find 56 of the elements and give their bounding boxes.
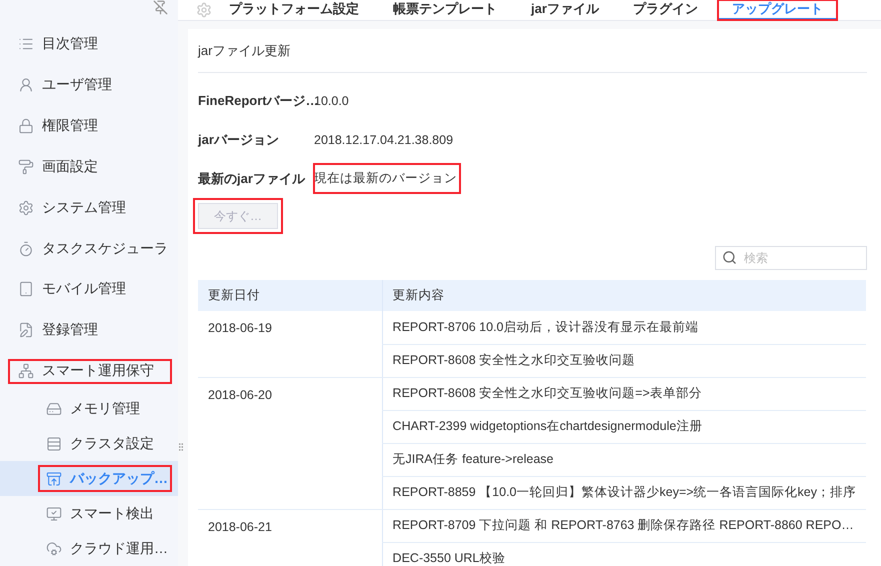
sidebar-item[interactable]: 権限管理	[0, 106, 178, 147]
panel-title: jarファイル更新	[198, 29, 867, 73]
sidebar-item[interactable]: ユーザ管理	[0, 64, 178, 106]
sidebar-item[interactable]: クラスタ設定	[0, 426, 178, 462]
table-cell: 2018-06-19	[198, 311, 382, 377]
field-label: jarバージョン	[198, 130, 280, 148]
sidebar-label: バックアップ…	[70, 470, 168, 488]
sidebar-item[interactable]: 画面設定	[0, 146, 178, 188]
sidebar-label: 登録管理	[42, 321, 98, 340]
sidebar-label: クラスタ設定	[70, 434, 154, 453]
search-field[interactable]: 検索	[715, 246, 867, 270]
sidebar-item[interactable]: スマート運用保守	[0, 350, 178, 392]
sidebar-label: ユーザ管理	[42, 76, 112, 94]
sidebar-label: クラウド運用…	[70, 540, 168, 558]
tab[interactable]: jarファイル	[517, 0, 613, 20]
sidebar-item[interactable]: タスクスケジューラ	[0, 228, 178, 270]
field-value: 10.0.0	[314, 92, 350, 110]
sidebar-item[interactable]: システム管理	[0, 187, 178, 228]
table-cell: REPORT-8709 下拉问题 和 REPORT-8763 删除保存路径 REPORT-8860 REPO…	[382, 509, 866, 542]
search-icon	[722, 250, 737, 265]
pin-icon[interactable]	[153, 0, 168, 15]
column-header: 更新内容	[382, 280, 866, 311]
field-value: 現在は最新のバージョン	[314, 164, 460, 193]
table-cell: CHART-2399 widgetoptions在chartdesignermodule注册	[382, 410, 866, 443]
sidebar-label: スマート検出	[70, 504, 154, 523]
tab[interactable]: プラットフォーム設定	[215, 0, 373, 20]
table-cell: REPORT-8608 安全性之水印交互验收问题	[382, 344, 866, 377]
sidebar-label: 画面設定	[42, 158, 98, 176]
sidebar-label: システム管理	[42, 198, 126, 217]
sidebar-item[interactable]: 目次管理	[0, 24, 178, 65]
tab[interactable]: アップグレート	[718, 0, 837, 20]
settings-icon[interactable]	[196, 2, 212, 18]
table-cell: 2018-06-21	[198, 509, 382, 566]
table-cell: DEC-3550 URL校验	[382, 542, 866, 566]
sidebar-item[interactable]: クラウド運用…	[0, 531, 178, 566]
sidebar-item[interactable]: モバイル管理	[0, 269, 178, 310]
sidebar-label: 目次管理	[42, 35, 98, 54]
sidebar-label: メモリ管理	[70, 400, 140, 418]
column-header: 更新日付	[198, 280, 382, 311]
field-value: 2018.12.17.04.21.38.809	[314, 132, 454, 148]
sidebar-label: 権限管理	[42, 117, 98, 136]
sidebar-label: タスクスケジューラ	[42, 240, 168, 258]
sidebar-label: モバイル管理	[42, 280, 126, 298]
table-cell: REPORT-8859 【10.0一轮回归】繁体设计器少key=>统一各语言国际化key；排序	[382, 476, 866, 509]
sidebar-item[interactable]: 登録管理	[0, 310, 178, 351]
sidebar-label: スマート運用保守	[42, 362, 154, 380]
field-label: 最新のjarファイル	[198, 170, 306, 188]
table-cell: 无JIRA任务 feature->release	[382, 443, 866, 476]
tab[interactable]: 帳票テンプレート	[379, 0, 511, 20]
resize-handle-icon[interactable]	[176, 442, 186, 452]
sidebar-item[interactable]: メモリ管理	[0, 392, 178, 426]
sidebar-item[interactable]: スマート検出	[0, 496, 178, 532]
table-cell: 2018-06-20	[198, 377, 382, 509]
table-cell: REPORT-8706 10.0启动后，设计器没有显示在最前端	[382, 311, 866, 344]
table-cell: REPORT-8608 安全性之水印交互验收问题=>表单部分	[382, 377, 866, 410]
tab[interactable]: プラグイン	[618, 0, 712, 20]
